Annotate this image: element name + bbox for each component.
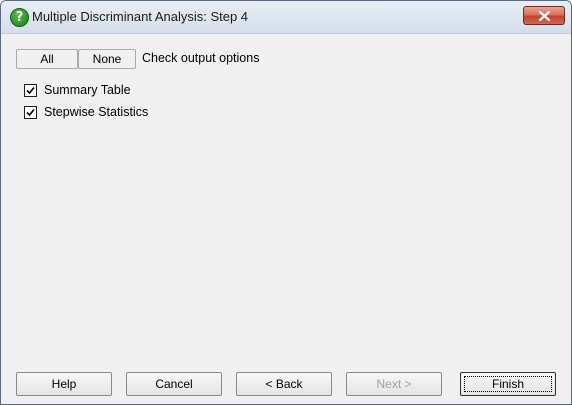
option-label: Summary Table bbox=[44, 83, 131, 97]
help-button[interactable]: Help bbox=[16, 372, 112, 396]
cancel-button[interactable]: Cancel bbox=[126, 372, 222, 396]
checkmark-icon bbox=[26, 108, 35, 117]
select-none-button[interactable]: None bbox=[78, 49, 136, 69]
next-button[interactable]: Next > bbox=[346, 372, 442, 396]
help-icon: ? bbox=[10, 8, 29, 27]
select-all-button[interactable]: All bbox=[16, 49, 78, 69]
window-title: Multiple Discriminant Analysis: Step 4 bbox=[32, 9, 249, 24]
close-button[interactable] bbox=[523, 6, 565, 25]
finish-button[interactable]: Finish bbox=[460, 372, 556, 396]
checkbox[interactable] bbox=[24, 106, 37, 119]
option-label: Stepwise Statistics bbox=[44, 105, 149, 119]
instruction-text: Check output options bbox=[142, 51, 260, 65]
checkbox[interactable] bbox=[24, 84, 37, 97]
dialog-window: ? Multiple Discriminant Analysis: Step 4… bbox=[0, 0, 572, 405]
title-bar: ? Multiple Discriminant Analysis: Step 4 bbox=[1, 1, 571, 34]
close-icon bbox=[539, 11, 550, 21]
checkmark-icon bbox=[26, 86, 35, 95]
back-button[interactable]: < Back bbox=[236, 372, 332, 396]
